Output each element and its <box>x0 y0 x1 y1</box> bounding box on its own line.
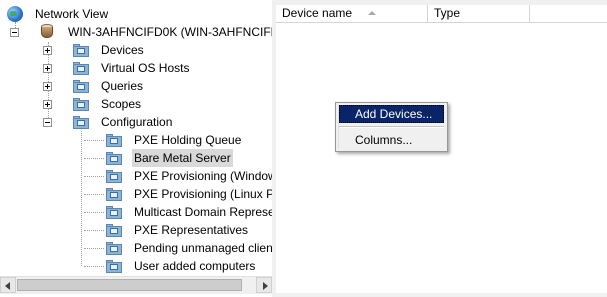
tree-node-label: Bare Metal Server <box>132 149 233 167</box>
menu-separator <box>339 126 444 128</box>
menu-item-label: Add Devices... <box>355 107 433 121</box>
window-bottom-edge <box>276 293 607 297</box>
folder-monitor-icon <box>106 224 122 237</box>
expand-toggle[interactable] <box>43 64 52 73</box>
tree-node-label: PXE Provisioning (Linux PE) <box>134 187 272 201</box>
column-header-type[interactable]: Type <box>428 5 530 22</box>
sort-ascending-icon <box>368 11 376 15</box>
tree-node-pending-unmanaged[interactable]: Pending unmanaged client de <box>0 239 272 257</box>
context-menu: Add Devices... Columns... <box>335 102 448 152</box>
expand-toggle[interactable] <box>43 82 52 91</box>
horizontal-scrollbar[interactable] <box>0 276 272 294</box>
folder-monitor-icon <box>73 44 89 57</box>
tree-node-server[interactable]: WIN-3AHFNCIFD0K (WIN-3AHFNCIFD0K\ <box>0 23 272 41</box>
tree-node-label: Virtual OS Hosts <box>101 61 190 75</box>
list-header: Device name Type <box>276 5 607 23</box>
tree-node-pxe-provisioning-windows[interactable]: PXE Provisioning (Windows F <box>0 167 272 185</box>
column-header-device-name[interactable]: Device name <box>276 5 428 22</box>
arrow-right-icon <box>263 282 268 290</box>
tree-node-label: Queries <box>101 79 144 93</box>
menu-item-label: Columns... <box>355 133 413 147</box>
tree-pane: Network View WIN-3AHFNCIFD0K (WIN-3AHFNC… <box>0 0 273 297</box>
tree-node-user-added-computers[interactable]: User added computers <box>0 257 272 275</box>
tree-node-virtual-os-hosts[interactable]: Virtual OS Hosts <box>0 59 272 77</box>
folder-monitor-icon <box>106 152 122 165</box>
folder-monitor-icon <box>106 170 122 183</box>
column-header-label: Device name <box>282 6 353 20</box>
arrow-left-icon <box>5 282 10 290</box>
scroll-right-button[interactable] <box>256 277 272 293</box>
tree-node-scopes[interactable]: Scopes <box>0 95 272 113</box>
tree-node-queries[interactable]: Queries <box>0 77 272 95</box>
expand-toggle[interactable] <box>43 46 52 55</box>
tree-node-devices[interactable]: Devices <box>0 41 272 59</box>
folder-virtual-host-icon <box>73 62 89 75</box>
folder-monitor-icon <box>106 260 122 273</box>
scrollbar-thumb[interactable] <box>17 279 242 291</box>
tree-node-label: User added computers <box>134 259 256 273</box>
tree-node-label: PXE Provisioning (Windows F <box>134 169 272 183</box>
tree-node-label: Scopes <box>101 97 142 111</box>
tree-node-configuration[interactable]: Configuration <box>0 113 272 131</box>
globe-icon <box>7 6 23 22</box>
tree-node-label: Devices <box>101 43 144 57</box>
server-icon <box>40 24 54 40</box>
folder-queries-icon <box>73 80 89 93</box>
folder-config-icon <box>73 116 89 129</box>
tree-node-label: WIN-3AHFNCIFD0K (WIN-3AHFNCIFD0K\ <box>68 25 272 39</box>
tree-node-label: PXE Representatives <box>134 223 249 237</box>
folder-monitor-icon <box>106 188 122 201</box>
tree-node-pxe-representatives[interactable]: PXE Representatives <box>0 221 272 239</box>
tree-view: Network View WIN-3AHFNCIFD0K (WIN-3AHFNC… <box>0 0 272 276</box>
folder-monitor-icon <box>106 134 122 147</box>
tree-node-label: Multicast Domain Representa <box>134 205 272 219</box>
tree-node-network-view[interactable]: Network View <box>0 5 272 23</box>
tree-node-label: Pending unmanaged client de <box>134 241 272 255</box>
tree-node-label: PXE Holding Queue <box>134 133 242 147</box>
menu-item-add-devices[interactable]: Add Devices... <box>339 105 444 123</box>
tree-node-bare-metal-server[interactable]: Bare Metal Server <box>0 149 272 167</box>
scroll-left-button[interactable] <box>0 277 16 293</box>
tree-node-pxe-holding-queue[interactable]: PXE Holding Queue <box>0 131 272 149</box>
tree-node-multicast-domain[interactable]: Multicast Domain Representa <box>0 203 272 221</box>
folder-scopes-icon <box>73 98 89 111</box>
tree-node-pxe-provisioning-linux[interactable]: PXE Provisioning (Linux PE) <box>0 185 272 203</box>
tree-node-label: Configuration <box>101 115 173 129</box>
expand-toggle[interactable] <box>43 100 52 109</box>
collapse-toggle[interactable] <box>43 118 52 127</box>
folder-monitor-icon <box>106 242 122 255</box>
column-header-label: Type <box>434 6 461 20</box>
menu-item-columns[interactable]: Columns... <box>339 131 444 149</box>
folder-monitor-icon <box>106 206 122 219</box>
collapse-toggle[interactable] <box>10 28 19 37</box>
tree-node-label: Network View <box>35 7 109 21</box>
